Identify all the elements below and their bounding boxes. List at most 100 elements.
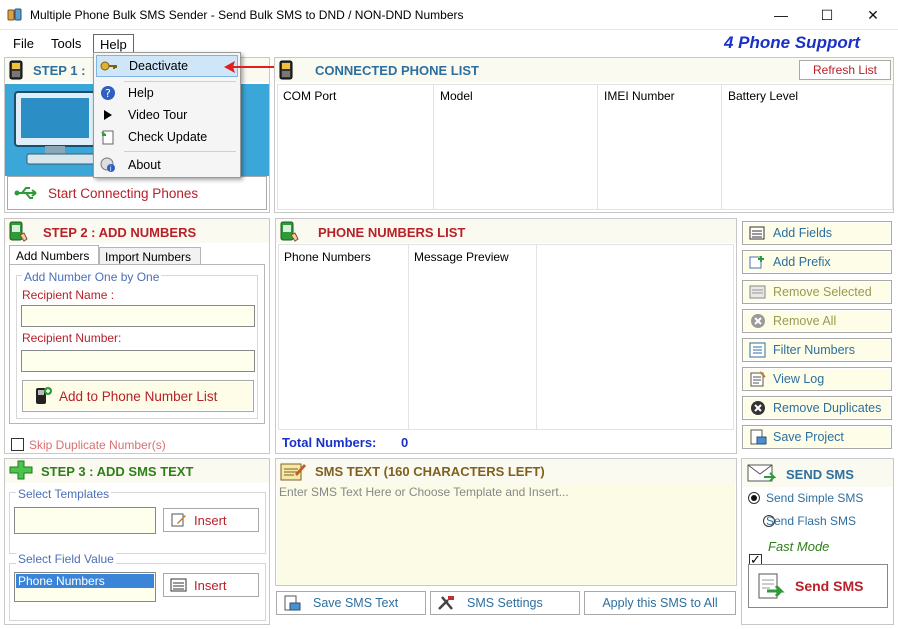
- send-simple-label: Send Simple SMS: [766, 491, 864, 505]
- recipient-name-input[interactable]: [21, 305, 255, 327]
- apply-sms-all-button[interactable]: Apply this SMS to All: [584, 591, 736, 615]
- fields-icon: [749, 226, 765, 240]
- step3-title: STEP 3 : ADD SMS TEXT: [41, 464, 194, 479]
- view-log-button[interactable]: View Log: [742, 367, 892, 391]
- recipient-number-input[interactable]: [21, 350, 255, 372]
- step2-panel: STEP 2 : ADD NUMBERS Add Numbers Import …: [4, 218, 270, 454]
- sms-text-placeholder: Enter SMS Text Here or Choose Template a…: [279, 485, 569, 499]
- column-header[interactable]: IMEI Number: [604, 89, 675, 103]
- remove-duplicates-icon: [751, 401, 765, 415]
- remove-selected-icon: [749, 285, 766, 299]
- menu-file[interactable]: File: [7, 34, 40, 54]
- skip-duplicate-checkbox[interactable]: [11, 438, 24, 451]
- play-icon: [104, 110, 112, 120]
- connected-grid: COM Port Model IMEI Number Battery Level: [277, 84, 893, 210]
- send-sms-panel: SEND SMS Send Simple SMS Send Flash SMS …: [741, 458, 894, 625]
- phone-list-title: PHONE NUMBERS LIST: [318, 225, 466, 240]
- group-label: Add Number One by One: [22, 270, 162, 284]
- menu-item-check-update[interactable]: Check Update: [96, 126, 238, 148]
- templates-input[interactable]: [14, 507, 156, 534]
- field-value-list[interactable]: Phone Numbers: [14, 572, 156, 602]
- edit-icon: [171, 513, 186, 527]
- field-value-selected[interactable]: Phone Numbers: [16, 574, 154, 588]
- column-header[interactable]: Message Preview: [414, 250, 509, 264]
- svg-text:i: i: [110, 165, 112, 173]
- remove-duplicates-button[interactable]: Remove Duplicates: [742, 396, 892, 420]
- minimize-button[interactable]: —: [758, 0, 804, 30]
- menu-item-about[interactable]: i About: [96, 154, 238, 176]
- close-button[interactable]: ✕: [850, 0, 896, 30]
- phone-numbers-panel: PHONE NUMBERS LIST Phone Numbers Message…: [275, 218, 737, 454]
- recipient-name-label: Recipient Name :: [22, 288, 115, 302]
- phone-list-icon: [280, 221, 299, 242]
- svg-text:?: ?: [105, 87, 111, 100]
- about-icon: i: [100, 157, 115, 173]
- add-to-list-label: Add to Phone Number List: [59, 388, 218, 404]
- add-number-icon: [9, 221, 28, 242]
- prefix-icon: [749, 256, 764, 269]
- menu-help[interactable]: Help: [93, 34, 134, 54]
- total-numbers-label: Total Numbers:: [282, 435, 377, 450]
- menu-item-help[interactable]: ? Help: [96, 82, 238, 104]
- save-project-button[interactable]: Save Project: [742, 425, 892, 449]
- refresh-list-button[interactable]: Refresh List: [799, 60, 891, 80]
- connected-title: CONNECTED PHONE LIST: [315, 63, 479, 78]
- sms-text-panel: SMS TEXT (160 CHARACTERS LEFT) Enter SMS…: [275, 458, 737, 586]
- update-icon: [101, 130, 114, 145]
- column-header[interactable]: Battery Level: [728, 89, 798, 103]
- step3-panel: STEP 3 : ADD SMS TEXT Select Templates I…: [4, 458, 270, 625]
- add-to-list-button[interactable]: Add to Phone Number List: [22, 380, 254, 412]
- fast-mode-label: Fast Mode: [768, 539, 830, 554]
- column-header[interactable]: COM Port: [283, 89, 336, 103]
- insert-template-button[interactable]: Insert: [163, 508, 259, 532]
- remove-selected-button[interactable]: Remove Selected: [742, 280, 892, 304]
- step1-title: STEP 1 :: [33, 63, 86, 78]
- menu-item-deactivate[interactable]: Deactivate: [96, 55, 238, 77]
- tools-icon: [438, 596, 454, 610]
- sms-text-area[interactable]: Enter SMS Text Here or Choose Template a…: [277, 483, 735, 585]
- maximize-button[interactable]: ☐: [804, 0, 850, 30]
- step2-title: STEP 2 : ADD NUMBERS: [43, 225, 197, 240]
- send-simple-radio[interactable]: [748, 492, 760, 504]
- send-icon: [758, 573, 785, 599]
- insert-field-button[interactable]: Insert: [163, 573, 259, 597]
- add-numbers-tab-content: Add Number One by One Recipient Name : R…: [9, 264, 265, 424]
- add-prefix-button[interactable]: Add Prefix: [742, 250, 892, 274]
- tab-import-numbers[interactable]: Import Numbers: [99, 247, 201, 265]
- menu-item-video-tour[interactable]: Video Tour: [96, 104, 238, 126]
- send-sms-button[interactable]: Send SMS: [748, 564, 888, 608]
- start-connecting-label: Start Connecting Phones: [48, 185, 199, 201]
- app-icon: [7, 8, 22, 21]
- save-icon: [284, 595, 301, 611]
- key-icon: [100, 61, 117, 71]
- insert-field-icon: [170, 578, 187, 592]
- title-bar: Multiple Phone Bulk SMS Sender - Send Bu…: [0, 0, 898, 30]
- usb-icon: [14, 187, 37, 199]
- remove-all-button[interactable]: Remove All: [742, 309, 892, 333]
- templates-label: Select Templates: [16, 487, 112, 501]
- start-connecting-button[interactable]: Start Connecting Phones: [7, 176, 267, 210]
- sms-settings-button[interactable]: SMS Settings: [430, 591, 580, 615]
- column-header[interactable]: Model: [440, 89, 473, 103]
- save-sms-text-button[interactable]: Save SMS Text: [276, 591, 426, 615]
- column-header[interactable]: Phone Numbers: [284, 250, 371, 264]
- filter-numbers-button[interactable]: Filter Numbers: [742, 338, 892, 362]
- red-arrow-icon: [224, 61, 274, 73]
- window-title: Multiple Phone Bulk SMS Sender - Send Bu…: [30, 8, 464, 22]
- support-label: 4 Phone Support: [724, 33, 860, 52]
- add-phone-icon: [36, 387, 52, 404]
- help-icon: ?: [101, 86, 115, 100]
- log-icon: [750, 371, 766, 387]
- phone-icon: [9, 60, 23, 80]
- save-project-icon: [750, 429, 767, 445]
- help-dropdown-menu: Deactivate ? Help Video Tour Check Updat…: [93, 52, 241, 178]
- field-value-label: Select Field Value: [16, 552, 116, 566]
- recipient-number-label: Recipient Number:: [22, 331, 122, 345]
- envelope-icon: [747, 464, 776, 482]
- total-numbers-value: 0: [401, 435, 409, 450]
- tab-add-numbers[interactable]: Add Numbers: [9, 245, 99, 265]
- sms-text-title: SMS TEXT (160 CHARACTERS LEFT): [315, 464, 545, 479]
- connected-phone-panel: CONNECTED PHONE LIST Refresh List COM Po…: [274, 57, 894, 213]
- menu-tools[interactable]: Tools: [45, 34, 87, 54]
- add-fields-button[interactable]: Add Fields: [742, 221, 892, 245]
